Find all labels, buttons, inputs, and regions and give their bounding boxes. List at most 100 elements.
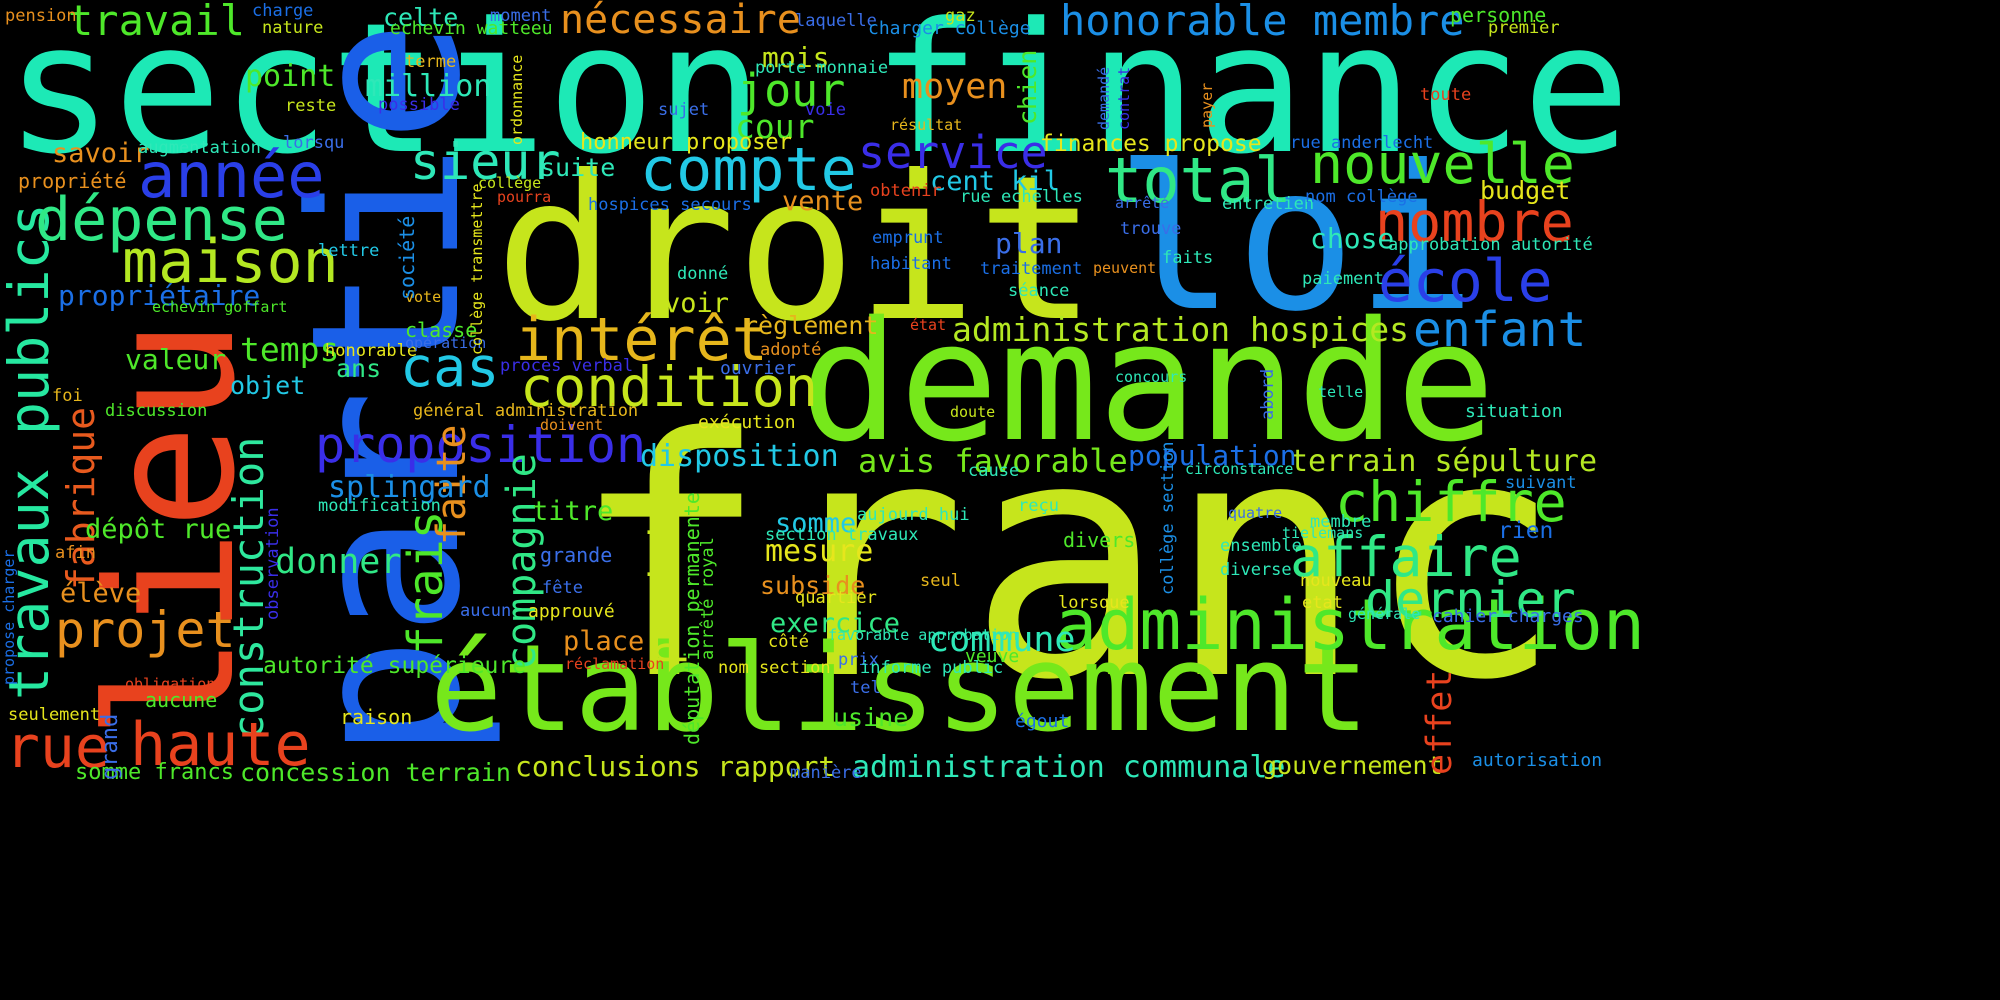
- word-hospices-secours: hospices secours: [588, 195, 752, 215]
- word-donne: donné: [677, 264, 729, 284]
- word-administration-communale: administration communale: [852, 750, 1286, 785]
- word-payer: payer: [1198, 82, 1216, 128]
- word-nouveau: nouveau: [1300, 571, 1372, 591]
- word-tel: tel: [850, 678, 881, 698]
- word-objet: objet: [230, 371, 306, 400]
- word-aucun: aucun: [460, 601, 512, 621]
- word-grand: grand: [98, 713, 123, 780]
- word-produit: produit: [642, 496, 688, 665]
- word-travail: travail: [68, 0, 246, 45]
- word-modification: modification: [318, 496, 441, 516]
- word-pourra: pourra: [497, 188, 552, 206]
- word-nom-college: nom collège: [1305, 187, 1418, 207]
- word-college-section: collège section: [1158, 441, 1178, 595]
- word-aujourd-hui: aujourd hui: [857, 505, 970, 525]
- word-cloud: section finance franc partie lieu droit loi de…: [0, 0, 2000, 1000]
- word-grande: grande: [540, 543, 613, 567]
- word-usine: usine: [833, 703, 909, 732]
- word-augmentation: augmentation: [138, 138, 261, 158]
- word-demande: demandé: [1095, 66, 1113, 130]
- word-doivent: doivent: [540, 416, 604, 434]
- word-fete: fête: [542, 578, 583, 598]
- word-arrete: arrêté: [1115, 194, 1170, 212]
- word-voie: voie: [805, 100, 846, 120]
- word-plan: plan: [995, 227, 1063, 260]
- word-place: place: [563, 626, 645, 657]
- word-entretien: entretien: [1222, 194, 1315, 214]
- word-ouvrier: ouvrier: [720, 358, 796, 379]
- word-moyen: moyen: [902, 67, 1008, 107]
- word-execution: exécution: [698, 412, 796, 433]
- word-approbation-autorite: approbation autorité: [1388, 235, 1593, 255]
- word-paiement: paiement: [1302, 269, 1384, 289]
- word-seance: séance: [1008, 281, 1070, 301]
- word-laquelle: laquelle: [795, 11, 877, 31]
- word-echevin-goffart: echevin goffart: [152, 298, 288, 316]
- word-gaz: gaz: [945, 6, 976, 26]
- word-savoir: savoir: [52, 138, 150, 169]
- word-autorisation: autorisation: [1472, 750, 1603, 771]
- word-finances-propose: finances propose: [1040, 131, 1262, 157]
- word-lettre: lettre: [318, 241, 380, 261]
- word-ordonnance: ordonnance: [508, 54, 526, 145]
- word-etat: état: [910, 316, 947, 334]
- word-veuve: veuve: [965, 646, 1020, 667]
- word-propose-charger: propose charger: [0, 549, 18, 685]
- word-gouvernement: gouvernement: [1262, 751, 1443, 780]
- word-rue-anderlecht: rue anderlecht: [1290, 133, 1434, 153]
- word-honorable: honorable: [325, 341, 418, 361]
- word-premier: premier: [1488, 18, 1560, 38]
- word-favorable-approbation: favorable approbation: [828, 626, 1018, 644]
- word-seul: seul: [920, 571, 961, 591]
- word-honneur-proposer: honneur proposer: [580, 130, 792, 155]
- word-projet: projet: [55, 601, 236, 659]
- word-voir: voir: [664, 288, 730, 319]
- word-concours: concours: [1115, 368, 1188, 386]
- word-maniere: manière: [790, 763, 862, 783]
- word-quartier: quartier: [795, 588, 877, 608]
- word-quatre: quatre: [1228, 504, 1283, 522]
- word-reclamation: réclamation: [565, 655, 665, 673]
- word-general-administration: général administration: [413, 401, 639, 421]
- word-divers: divers: [1063, 528, 1136, 552]
- word-arrete-royal: arrêté royal: [698, 537, 718, 660]
- word-suite: suite: [540, 153, 616, 182]
- word-chose: chose: [1310, 222, 1395, 255]
- word-societe: société: [395, 215, 419, 300]
- word-donner: donner: [275, 542, 402, 582]
- word-administration-hospices: administration hospices: [952, 310, 1409, 349]
- word-compagnie: compagnie: [499, 453, 545, 670]
- word-circonstance: circonstance: [1185, 460, 1294, 478]
- word-nom-section: nom section: [718, 658, 831, 678]
- word-titre: titre: [532, 496, 614, 527]
- word-cahier-charges: cahier charges: [1432, 606, 1584, 627]
- word-propriete: propriété: [18, 169, 127, 193]
- word-contrat: contrat: [1115, 66, 1133, 130]
- word-chien: chien: [1013, 49, 1042, 125]
- word-valeur: valeur: [125, 343, 227, 376]
- word-aucune: aucune: [145, 688, 218, 712]
- word-enfant: enfant: [1413, 302, 1587, 358]
- word-section-travaux: section travaux: [765, 525, 919, 545]
- word-foi: foi: [52, 386, 83, 406]
- word-approuve: approuvé: [528, 601, 615, 622]
- word-terme: terme: [405, 52, 457, 72]
- word-sujet: sujet: [658, 100, 710, 120]
- word-college-transmettre: collège transmettre: [468, 183, 486, 355]
- word-conclusions-rapport: conclusions rapport: [515, 750, 836, 783]
- word-traitement: traitement: [980, 259, 1083, 279]
- word-lorsqu: lorsqu: [283, 133, 345, 153]
- word-autorite-superieure: autorité supérieure: [263, 653, 527, 679]
- word-ensemble: ensemble: [1220, 536, 1302, 556]
- word-habitant: habitant: [870, 254, 952, 274]
- word-necessaire: nécessaire: [560, 0, 801, 43]
- word-rue-echelles: rue echelles: [960, 187, 1083, 207]
- word-toute: toute: [1420, 85, 1472, 105]
- word-rien: rien: [1498, 518, 1554, 544]
- word-cause: cause: [968, 461, 1020, 481]
- word-nature: nature: [262, 18, 324, 38]
- word-effet: effet: [1420, 669, 1460, 775]
- word-adopte: adopté: [760, 340, 822, 360]
- word-budget: budget: [1480, 176, 1571, 205]
- word-possible: possible: [378, 95, 460, 115]
